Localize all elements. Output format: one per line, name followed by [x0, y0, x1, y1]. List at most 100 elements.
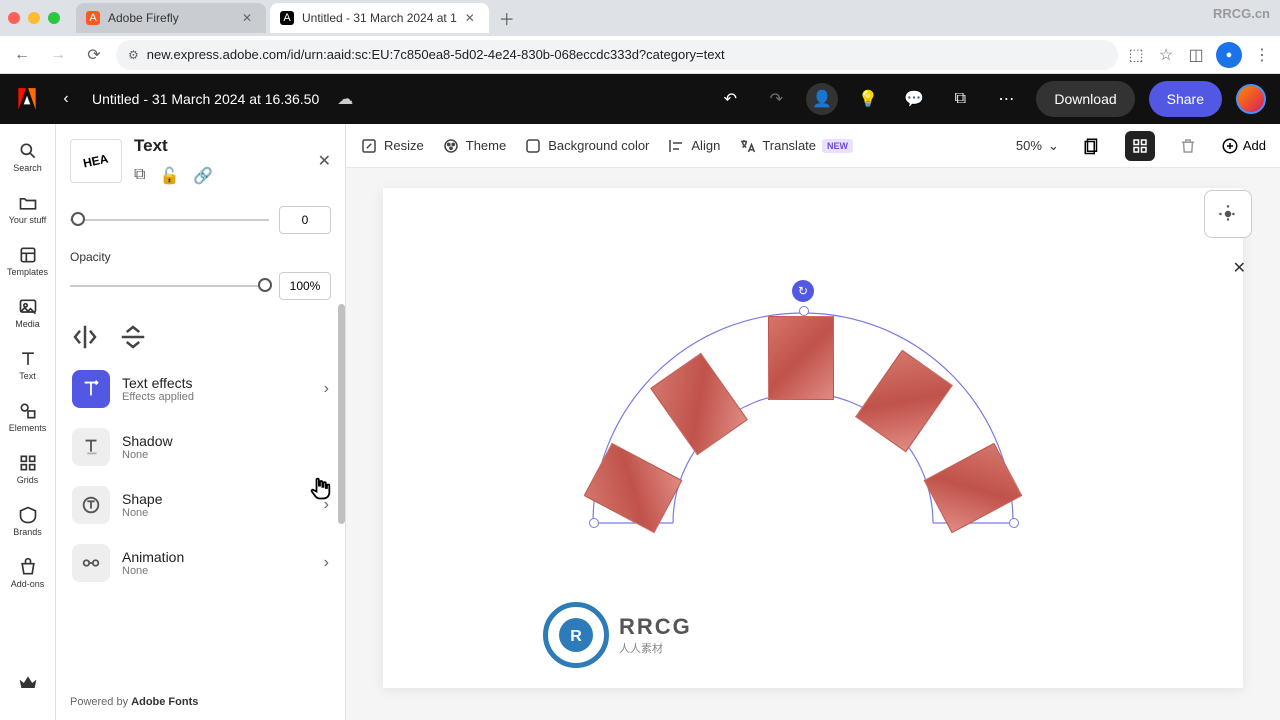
effect-sub: Effects applied — [122, 391, 194, 403]
delete-button[interactable] — [1173, 131, 1203, 161]
adobe-express-logo[interactable] — [14, 86, 40, 112]
download-button[interactable]: Download — [1036, 81, 1134, 117]
profile-avatar[interactable]: ● — [1216, 42, 1242, 68]
canvas-area[interactable]: ↻ — [346, 168, 1280, 720]
selection-handle[interactable] — [799, 306, 809, 316]
redo-button[interactable]: ↷ — [760, 83, 792, 115]
more-menu-button[interactable]: ⋯ — [990, 83, 1022, 115]
shape-icon — [72, 486, 110, 524]
zoom-dropdown[interactable]: 50% ⌄ — [1016, 138, 1059, 154]
rail-brands[interactable]: Brands — [4, 496, 52, 546]
link-icon[interactable]: 🔗 — [193, 166, 213, 186]
nav-back-icon[interactable]: ← — [8, 41, 36, 69]
add-page-button[interactable]: Add — [1221, 137, 1266, 155]
browser-menu-icon[interactable]: ⋮ — [1252, 45, 1272, 65]
align-button[interactable]: Align — [667, 137, 720, 155]
sidepanel-icon[interactable]: ◫ — [1186, 45, 1206, 65]
text-thumbnail: HEA — [70, 139, 122, 183]
resize-icon — [360, 137, 378, 155]
rail-elements[interactable]: Elements — [4, 392, 52, 442]
rail-search[interactable]: Search — [4, 132, 52, 182]
panel-scrollbar[interactable] — [338, 304, 345, 524]
brands-icon — [18, 505, 38, 525]
templates-icon — [18, 245, 38, 265]
minimize-window-icon[interactable] — [28, 12, 40, 24]
chevron-right-icon: › — [324, 554, 329, 572]
rail-addons[interactable]: Add-ons — [4, 548, 52, 598]
rail-label: Grids — [17, 475, 39, 485]
canvas-page[interactable]: ↻ — [383, 188, 1243, 688]
lock-icon[interactable]: 🔓 — [159, 166, 179, 186]
rail-media[interactable]: Media — [4, 288, 52, 338]
text-effects-icon — [72, 370, 110, 408]
opacity-label: Opacity — [70, 250, 331, 264]
grid-view-button[interactable] — [1125, 131, 1155, 161]
footer-link[interactable]: Adobe Fonts — [131, 696, 198, 708]
effect-text-effects[interactable]: Text effects Effects applied › — [66, 360, 335, 418]
effects-list: Text effects Effects applied › Shadow No… — [56, 360, 345, 592]
translate-button[interactable]: Translate NEW — [738, 137, 853, 155]
bgcolor-button[interactable]: Background color — [524, 137, 649, 155]
nav-reload-icon[interactable]: ⟳ — [80, 41, 108, 69]
trash-icon — [1179, 137, 1197, 155]
maximize-window-icon[interactable] — [48, 12, 60, 24]
bookmark-icon[interactable]: ☆ — [1156, 45, 1176, 65]
cloud-sync-icon[interactable]: ☁ — [337, 89, 353, 109]
browser-tab-firefly[interactable]: A Adobe Firefly ✕ — [76, 3, 266, 33]
flip-horizontal-icon[interactable] — [70, 322, 100, 346]
rail-text[interactable]: Text — [4, 340, 52, 390]
selection-handle[interactable] — [1009, 518, 1019, 528]
close-window-icon[interactable] — [8, 12, 20, 24]
rail-label: Media — [15, 319, 40, 329]
slider-track[interactable] — [70, 219, 269, 221]
align-icon — [667, 137, 685, 155]
nav-forward-icon[interactable]: → — [44, 41, 72, 69]
page-view-button[interactable] — [1077, 131, 1107, 161]
back-button[interactable]: ‹ — [54, 87, 78, 111]
undo-button[interactable]: ↶ — [714, 83, 746, 115]
theme-icon — [442, 137, 460, 155]
close-tab-icon[interactable]: ✕ — [242, 11, 256, 25]
floating-action-button[interactable] — [1204, 190, 1252, 238]
effect-shape[interactable]: Shape None › — [66, 476, 335, 534]
tb-label: Theme — [466, 138, 506, 153]
panel-close-button[interactable]: ✕ — [318, 151, 331, 171]
slider-value-input[interactable] — [279, 206, 331, 234]
browser-tab-express[interactable]: A Untitled - 31 March 2024 at 1 ✕ — [270, 3, 489, 33]
effect-shadow[interactable]: Shadow None — [66, 418, 335, 476]
rail-more[interactable] — [4, 658, 52, 708]
theme-button[interactable]: Theme — [442, 137, 506, 155]
slider-group-1 — [56, 198, 345, 242]
window-controls[interactable] — [8, 12, 60, 24]
tb-label: Align — [691, 138, 720, 153]
help-button[interactable]: 💡 — [852, 83, 884, 115]
install-app-icon[interactable]: ⬚ — [1126, 45, 1146, 65]
effect-animation[interactable]: Animation None › — [66, 534, 335, 592]
address-bar[interactable]: ⚙ new.express.adobe.com/id/urn:aaid:sc:E… — [116, 40, 1118, 70]
new-tab-button[interactable]: ＋ — [493, 4, 521, 32]
resize-button[interactable]: Resize — [360, 137, 424, 155]
pages-icon — [1083, 137, 1101, 155]
flip-vertical-icon[interactable] — [118, 322, 148, 346]
rail-grids[interactable]: Grids — [4, 444, 52, 494]
user-avatar[interactable] — [1236, 84, 1266, 114]
selected-text-object[interactable]: ↻ — [583, 298, 1023, 558]
close-floating-button[interactable]: ✕ — [1233, 258, 1246, 278]
bgcolor-icon — [524, 137, 542, 155]
site-info-icon[interactable]: ⚙ — [128, 48, 139, 62]
opacity-value-input[interactable] — [279, 272, 331, 300]
document-title[interactable]: Untitled - 31 March 2024 at 16.36.50 — [92, 91, 319, 107]
close-tab-icon[interactable]: ✕ — [465, 11, 479, 25]
rail-templates[interactable]: Templates — [4, 236, 52, 286]
canvas-toolbar: Resize Theme Background color Align Tran… — [346, 124, 1280, 168]
invite-button[interactable]: 👤 — [806, 83, 838, 115]
selection-handle[interactable] — [589, 518, 599, 528]
rail-your-stuff[interactable]: Your stuff — [4, 184, 52, 234]
opacity-slider-handle[interactable] — [258, 278, 272, 292]
comments-button[interactable]: 💬 — [898, 83, 930, 115]
share-button[interactable]: Share — [1149, 81, 1222, 117]
present-button[interactable]: ⧉ — [944, 83, 976, 115]
duplicate-icon[interactable]: ⧉ — [134, 166, 145, 186]
slider-handle[interactable] — [71, 212, 85, 226]
opacity-slider-track[interactable] — [70, 285, 269, 287]
